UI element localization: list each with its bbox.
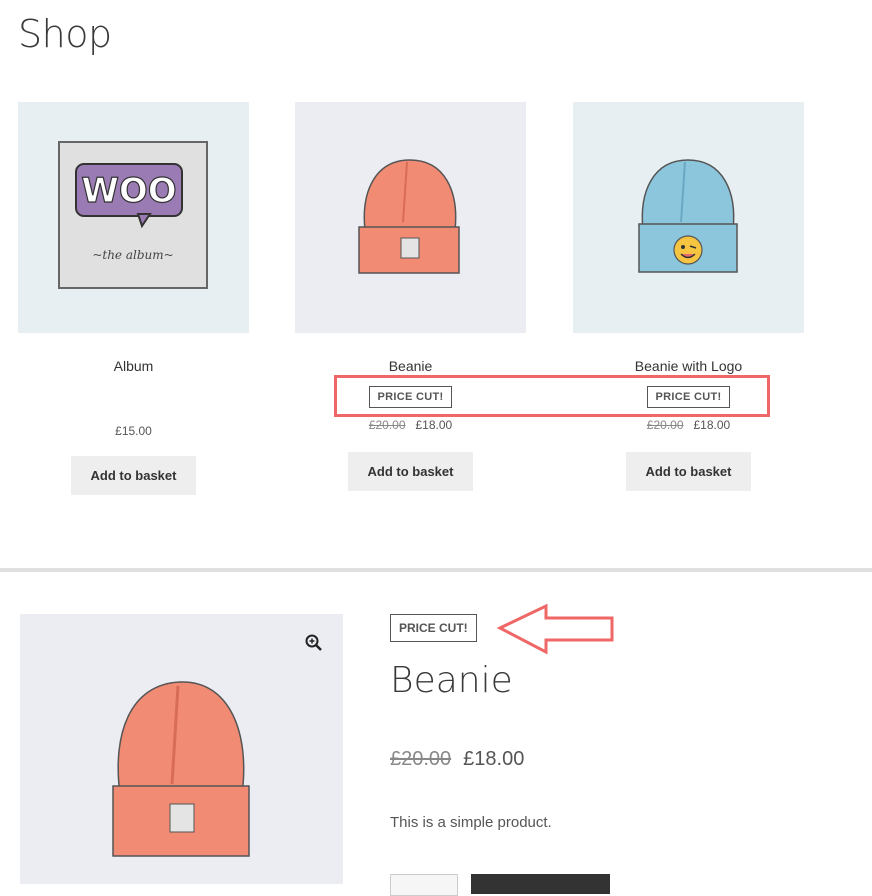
beanie-logo-illustration <box>638 159 738 273</box>
current-price: £18.00 <box>693 418 731 432</box>
product-title: Beanie <box>390 660 513 701</box>
product-price: £15.00 <box>18 424 249 438</box>
beanie-illustration <box>358 159 460 274</box>
section-divider <box>0 568 872 572</box>
current-price: £18.00 <box>415 418 453 432</box>
add-to-basket-button[interactable]: Add to basket <box>70 456 197 495</box>
annotation-arrow <box>496 603 614 655</box>
old-price: £20.00 <box>390 748 452 770</box>
quantity-input[interactable] <box>390 874 458 896</box>
beanie-large-illustration <box>112 681 250 857</box>
price-cut-badge: PRICE CUT! <box>390 614 477 642</box>
old-price: £20.00 <box>368 418 406 432</box>
product-price: £20.00 £18.00 <box>295 418 526 432</box>
current-price: £18.00 <box>463 748 525 770</box>
annotation-highlight-box <box>334 375 770 417</box>
product-card-album[interactable]: WOO ~the album~ Album £15.00 Add to bask… <box>18 102 249 495</box>
product-card-beanie[interactable]: Beanie PRICE CUT! £20.00 £18.00 Add to ba… <box>295 102 526 491</box>
album-cover-illustration: WOO ~the album~ <box>58 141 208 289</box>
add-to-basket-button[interactable] <box>471 874 610 894</box>
zoom-icon[interactable] <box>305 634 323 657</box>
album-subtitle-text: ~the album~ <box>92 248 173 262</box>
page-title: Shop <box>18 12 112 56</box>
product-card-beanie-with-logo[interactable]: Beanie with Logo PRICE CUT! £20.00 £18.00… <box>573 102 804 491</box>
album-logo-text: WOO <box>81 171 176 211</box>
old-price: £20.00 <box>646 418 684 432</box>
product-gallery-image[interactable] <box>20 614 343 884</box>
product-price: £20.00 £18.00 <box>573 418 804 432</box>
product-name[interactable]: Album <box>18 358 249 378</box>
add-to-basket-button[interactable]: Add to basket <box>347 452 474 491</box>
product-image-album[interactable]: WOO ~the album~ <box>18 102 249 333</box>
add-to-basket-button[interactable]: Add to basket <box>625 452 752 491</box>
product-short-description: This is a simple product. <box>390 814 552 831</box>
product-image-beanie[interactable] <box>295 102 526 333</box>
current-price: £15.00 <box>115 424 152 438</box>
product-image-beanie-with-logo[interactable] <box>573 102 804 333</box>
product-price: £20.00 £18.00 <box>390 748 524 771</box>
